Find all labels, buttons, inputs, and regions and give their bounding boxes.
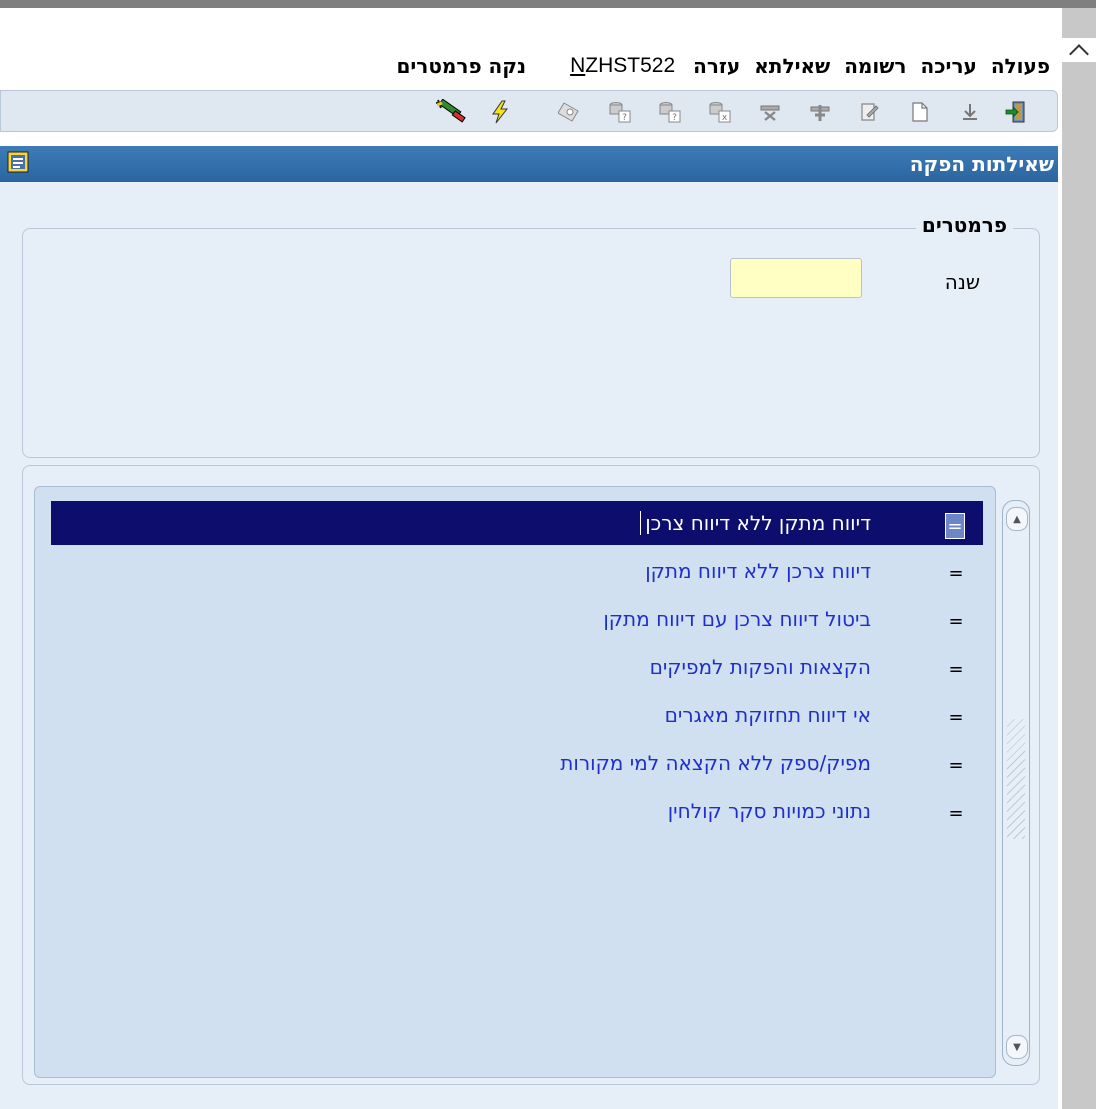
form-canvas: פרמטרים שנה = דיווח מתקן ללא דיווח צרכן … <box>0 182 1058 1109</box>
insert-record-icon[interactable] <box>807 99 833 125</box>
page-scrollbar[interactable] <box>1062 8 1096 1109</box>
svg-text:?: ? <box>672 113 677 123</box>
list-item[interactable]: = הקצאות והפקות למפיקים <box>51 645 983 689</box>
menu-action[interactable]: פעולה <box>989 52 1052 80</box>
list-item[interactable]: = אי דיווח תחזוקת מאגרים <box>51 693 983 737</box>
list-item[interactable]: = ביטול דיווח צרכן עם דיווח מתקן <box>51 597 983 641</box>
form-id-rest: ZHST522 <box>585 54 676 77</box>
query-db-icon-2[interactable]: ? <box>657 99 683 125</box>
magic-wand-icon[interactable] <box>433 99 469 125</box>
delete-record-icon[interactable] <box>757 99 783 125</box>
list-item-marker: = <box>948 802 964 824</box>
window-title-bar: שאילתות הפקה <box>0 146 1058 182</box>
menu-form-id[interactable]: NZHST522 <box>568 52 677 80</box>
list-scroll-down-button[interactable]: ▼ <box>1006 1035 1028 1059</box>
list-item[interactable]: = מפיק/ספק ללא הקצאה למי מקורות <box>51 741 983 785</box>
list-item-marker: = <box>945 513 965 539</box>
chevron-up-icon <box>1069 44 1089 64</box>
list-item[interactable]: = נתוני כמויות סקר קולחין <box>51 789 983 833</box>
toolbar: x ? ? <box>0 90 1058 132</box>
list-item-label: דיווח מתקן ללא דיווח צרכן <box>640 511 871 535</box>
list-item-label: מפיק/ספק ללא הקצאה למי מקורות <box>560 751 871 775</box>
edit-record-icon[interactable] <box>857 99 883 125</box>
list-item-marker: = <box>948 706 964 728</box>
menu-query[interactable]: שאילתא <box>752 52 832 80</box>
query-db-icon[interactable]: x <box>707 99 733 125</box>
list-item-label: ביטול דיווח צרכן עם דיווח מתקן <box>603 607 871 631</box>
queries-list[interactable]: = דיווח מתקן ללא דיווח צרכן = דיווח צרכן… <box>34 486 996 1078</box>
list-item-selected[interactable]: = דיווח מתקן ללא דיווח צרכן <box>51 501 983 545</box>
list-item-marker: = <box>948 754 964 776</box>
list-item-label: אי דיווח תחזוקת מאגרים <box>664 703 871 727</box>
menu-edit[interactable]: עריכה <box>918 52 978 80</box>
list-item-label: נתוני כמויות סקר קולחין <box>667 799 871 823</box>
window-title: שאילתות הפקה <box>909 152 1054 176</box>
scroll-up-button[interactable] <box>1062 38 1096 64</box>
window-top-border <box>0 0 1096 8</box>
parameters-legend: פרמטרים <box>915 213 1013 237</box>
parameters-group: פרמטרים <box>22 213 1040 458</box>
svg-text:x: x <box>722 113 728 123</box>
menu-help[interactable]: עזרה <box>691 52 742 80</box>
menu-bar: פעולה עריכה רשומה שאילתא עזרה NZHST522 נ… <box>0 48 1062 84</box>
new-document-icon[interactable] <box>907 99 933 125</box>
download-icon[interactable] <box>957 99 983 125</box>
list-item-marker: = <box>948 610 964 632</box>
list-item[interactable]: = דיווח צרכן ללא דיווח מתקן <box>51 549 983 593</box>
list-scroll-up-button[interactable]: ▲ <box>1006 507 1028 531</box>
list-item-marker: = <box>948 562 964 584</box>
svg-text:?: ? <box>622 113 627 123</box>
year-label: שנה <box>944 270 980 294</box>
list-item-label: הקצאות והפקות למפיקים <box>649 655 871 679</box>
list-scroll-grip[interactable] <box>1007 719 1025 839</box>
year-input[interactable] <box>730 258 862 298</box>
list-scrollbar[interactable]: ▲ ▼ <box>1002 500 1030 1066</box>
menu-clear-params[interactable]: נקה פרמטרים <box>394 52 528 80</box>
window-icon[interactable] <box>6 150 32 176</box>
form-id-mnemonic: N <box>570 54 586 77</box>
list-item-label: דיווח צרכן ללא דיווח מתקן <box>645 559 871 583</box>
list-item-marker: = <box>948 658 964 680</box>
lightning-icon[interactable] <box>487 99 513 125</box>
exit-icon[interactable] <box>1003 99 1029 125</box>
save-disk-icon[interactable] <box>557 99 583 125</box>
query-db-icon-3[interactable]: ? <box>607 99 633 125</box>
menu-record[interactable]: רשומה <box>842 52 908 80</box>
